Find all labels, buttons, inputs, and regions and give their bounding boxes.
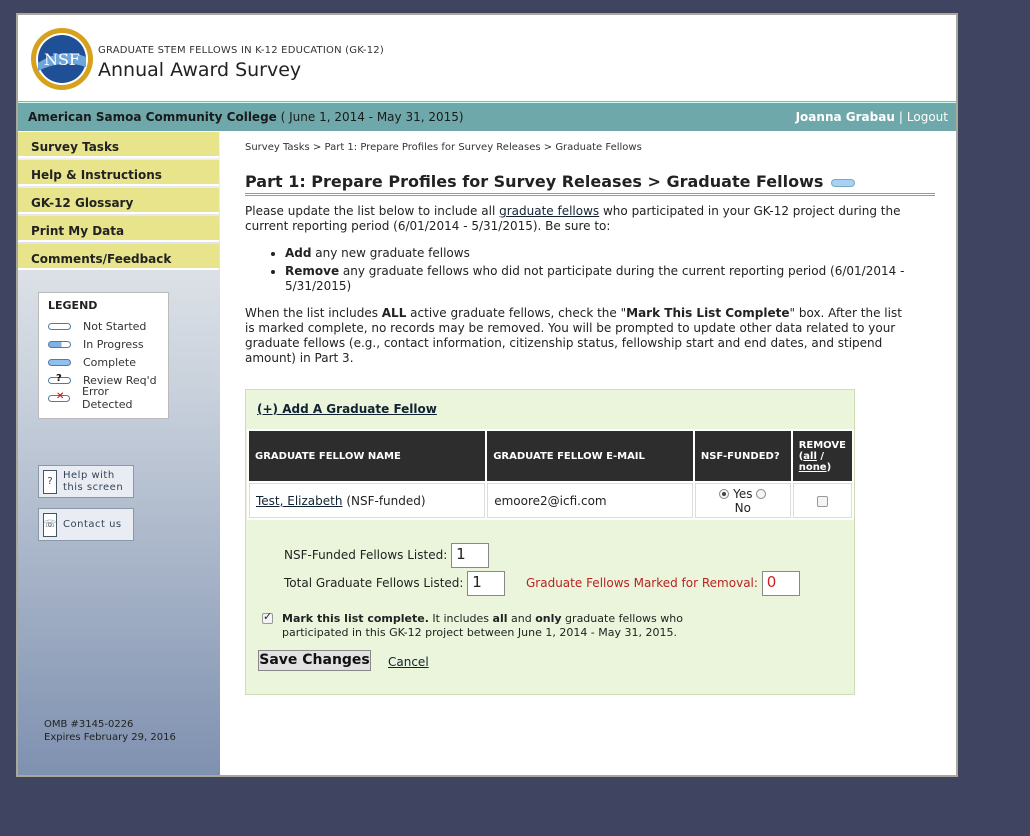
error-icon: ✕ <box>48 391 71 402</box>
nsf-count-label: NSF-Funded Fellows Listed: <box>284 548 448 562</box>
total-count-row: Total Graduate Fellows Listed: 1 <box>284 571 506 596</box>
question-icon: ? <box>43 469 57 494</box>
remove-checkbox[interactable] <box>816 495 828 507</box>
in-progress-icon <box>831 178 856 187</box>
separator: | <box>898 110 903 124</box>
breadcrumb: Survey Tasks > Part 1: Prepare Profiles … <box>245 142 642 153</box>
review-icon: ? <box>48 373 71 384</box>
svg-text:NSF: NSF <box>44 50 80 69</box>
user-name: Joanna Grabau <box>795 110 895 124</box>
institution-name: American Samoa Community College <box>28 110 277 124</box>
nsf-count-row: NSF-Funded Fellows Listed: 1 <box>284 543 490 568</box>
nav-help-instructions[interactable]: Help & Instructions <box>18 160 219 186</box>
user-info: Joanna Grabau | Logout <box>796 110 948 124</box>
no-radio[interactable] <box>756 489 767 499</box>
institution-bar: American Samoa Community College ( June … <box>18 102 956 131</box>
intro-text: Please update the list below to include … <box>245 204 901 233</box>
removal-count-field[interactable]: 0 <box>761 571 800 596</box>
fellow-email-cell: emoore2@icfi.com <box>487 483 693 518</box>
legend-label: Error Detected <box>82 385 133 411</box>
fellows-panel: (+) Add A Graduate Fellow GRADUATE FELLO… <box>245 389 855 695</box>
complete-instructions: When the list includes ALL active gradua… <box>245 306 902 365</box>
cancel-link[interactable]: Cancel <box>388 655 429 669</box>
contact-label: Contact us <box>63 518 122 530</box>
omb-expires: Expires February 29, 2016 <box>44 732 176 743</box>
page-frame: NSF GRADUATE STEM FELLOWS IN K-12 EDUCAT… <box>16 13 958 777</box>
legend-label: Complete <box>83 355 137 369</box>
nav-comments-feedback[interactable]: Comments/Feedback <box>18 244 219 270</box>
legend-title: LEGEND <box>48 299 98 312</box>
help-label: Help with this screen <box>63 469 124 493</box>
legend-error: ✕ Error Detected <box>48 385 159 411</box>
program-subtitle: GRADUATE STEM FELLOWS IN K-12 EDUCATION … <box>98 45 384 56</box>
nsf-funded-cell: Yes No <box>694 483 791 518</box>
logout-link[interactable]: Logout <box>907 110 948 124</box>
legend-complete: Complete <box>48 353 159 371</box>
graduate-fellows-link[interactable]: graduate fellows <box>499 204 599 218</box>
remove-all-link[interactable]: all <box>803 451 817 462</box>
phone-icon: ☏ <box>43 512 57 537</box>
removal-count-label: Graduate Fellows Marked for Removal: <box>526 576 758 590</box>
fellow-name-cell: Test, Elizabeth (NSF-funded) <box>249 483 486 518</box>
remove-cell <box>792 483 852 518</box>
mark-complete-row: Mark this list complete. It includes all… <box>262 610 702 640</box>
nav-glossary[interactable]: GK-12 Glossary <box>18 188 219 214</box>
main-content: Survey Tasks > Part 1: Prepare Profiles … <box>220 132 956 775</box>
nsf-count-field[interactable]: 1 <box>451 543 490 568</box>
nsf-logo: NSF <box>31 28 93 90</box>
page-heading: Part 1: Prepare Profiles for Survey Rele… <box>245 172 935 196</box>
yes-radio[interactable] <box>719 489 730 499</box>
mark-complete-checkbox[interactable] <box>262 610 273 624</box>
in-progress-icon <box>48 340 71 348</box>
total-count-field[interactable]: 1 <box>467 571 506 596</box>
omb-number: OMB #3145-0226 <box>44 719 134 730</box>
requirements-list: Add any new graduate fellows Remove any … <box>245 246 955 297</box>
sidebar: Survey Tasks Help & Instructions GK-12 G… <box>18 132 221 775</box>
nav-print-data[interactable]: Print My Data <box>18 216 219 242</box>
legend-label: In Progress <box>83 337 144 351</box>
nav-survey-tasks[interactable]: Survey Tasks <box>18 132 219 158</box>
add-fellow-link[interactable]: (+) Add A Graduate Fellow <box>257 402 437 416</box>
list-item: Remove any graduate fellows who did not … <box>285 264 955 294</box>
fellows-table: GRADUATE FELLOW NAME GRADUATE FELLOW E-M… <box>247 429 854 520</box>
col-email: GRADUATE FELLOW E-MAIL <box>487 431 693 481</box>
contact-us-button[interactable]: ☏ Contact us <box>38 508 134 541</box>
save-changes-button[interactable]: Save Changes <box>258 650 371 671</box>
not-started-icon <box>48 322 71 330</box>
header: NSF GRADUATE STEM FELLOWS IN K-12 EDUCAT… <box>18 15 956 102</box>
remove-none-link[interactable]: none <box>799 462 827 473</box>
list-item: Add any new graduate fellows <box>285 246 955 261</box>
omb-info: OMB #3145-0226 Expires February 29, 2016 <box>44 718 176 744</box>
complete-icon <box>48 358 71 366</box>
col-remove: REMOVE (all / none) <box>792 431 852 481</box>
mark-complete-text: Mark this list complete. It includes all… <box>282 612 683 639</box>
removal-count-row: Graduate Fellows Marked for Removal: 0 <box>526 571 800 596</box>
legend-in-progress: In Progress <box>48 335 159 353</box>
table-header-row: GRADUATE FELLOW NAME GRADUATE FELLOW E-M… <box>249 431 852 481</box>
total-count-label: Total Graduate Fellows Listed: <box>284 576 464 590</box>
col-nsf-funded: NSF-FUNDED? <box>694 431 791 481</box>
reporting-period: ( June 1, 2014 - May 31, 2015) <box>280 110 464 124</box>
help-screen-button[interactable]: ? Help with this screen <box>38 465 134 498</box>
fellow-name-link[interactable]: Test, Elizabeth <box>256 494 342 508</box>
institution-info: American Samoa Community College ( June … <box>28 110 464 124</box>
status-legend: LEGEND Not Started In Progress Complete … <box>38 292 169 419</box>
table-row: Test, Elizabeth (NSF-funded) emoore2@icf… <box>249 483 852 518</box>
legend-not-started: Not Started <box>48 317 159 335</box>
page-app-title: Annual Award Survey <box>98 59 302 81</box>
col-name: GRADUATE FELLOW NAME <box>249 431 486 481</box>
legend-label: Not Started <box>83 319 147 333</box>
